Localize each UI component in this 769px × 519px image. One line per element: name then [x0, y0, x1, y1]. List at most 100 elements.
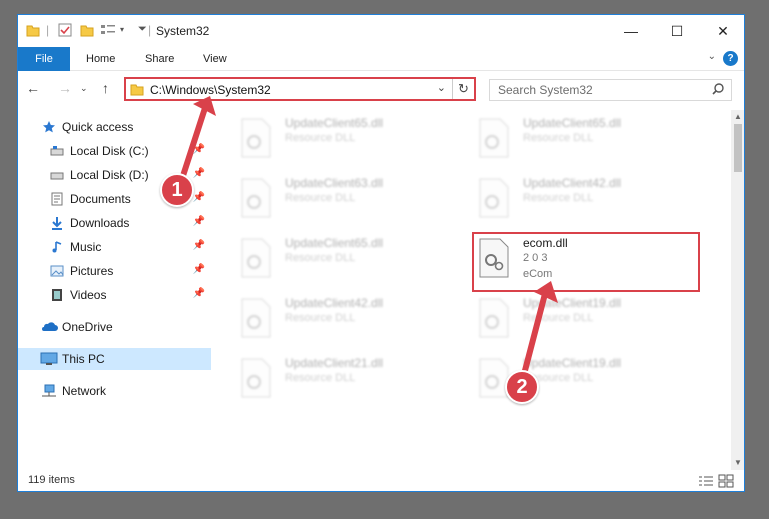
status-bar: 119 items — [18, 470, 744, 491]
network-icon — [42, 384, 56, 397]
nav-label: Local Disk (C:) — [70, 144, 149, 158]
navigation-pane: Quick access Local Disk (C:) 📌 Local Dis… — [18, 110, 211, 470]
folder-icon — [26, 25, 40, 37]
file-item[interactable]: UpdateClient65.dll Resource DLL — [477, 114, 697, 170]
file-name: UpdateClient65.dll — [285, 236, 384, 250]
tab-view[interactable]: View — [203, 47, 227, 71]
file-item[interactable]: UpdateClient65.dll Resource DLL — [239, 114, 459, 170]
pin-icon[interactable]: 📌 — [193, 216, 205, 227]
file-item[interactable]: UpdateClient65.dll Resource DLL — [239, 234, 459, 290]
file-description: Resource DLL — [285, 252, 356, 264]
cloud-icon — [42, 322, 58, 331]
nav-label: Pictures — [70, 264, 114, 278]
quick-access-toolbar-dropdown-icon[interactable]: ⏷ — [138, 23, 147, 36]
file-description: Resource DLL — [285, 192, 356, 204]
vertical-scrollbar[interactable]: ▲ ▼ — [731, 110, 744, 470]
tab-share[interactable]: Share — [145, 47, 174, 71]
expand-ribbon-chevron-icon[interactable]: ⌄ — [708, 51, 716, 62]
nav-this-pc[interactable]: This PC — [18, 348, 211, 370]
scroll-thumb[interactable] — [734, 124, 742, 172]
music-note-icon — [52, 241, 62, 253]
back-arrow-icon[interactable]: ← — [26, 80, 40, 96]
tab-home[interactable]: Home — [86, 47, 115, 71]
file-name: UpdateClient63.dll — [285, 176, 384, 190]
title-bar: | ▾ ⏷ | System32 — ☐ ✕ — [18, 15, 744, 47]
scroll-down-icon[interactable]: ▼ — [734, 458, 742, 467]
pin-icon[interactable]: 📌 — [193, 192, 205, 203]
forward-arrow-icon[interactable]: → — [58, 80, 72, 96]
file-description: Resource DLL — [523, 132, 594, 144]
pin-icon[interactable]: 📌 — [193, 240, 205, 251]
maximize-button[interactable]: ☐ — [654, 15, 700, 47]
folder-icon — [130, 84, 144, 96]
customize-toolbar-chevron-icon[interactable]: ▾ — [120, 25, 124, 34]
window-title: System32 — [156, 24, 210, 38]
file-description: Resource DLL — [285, 372, 356, 384]
file-name: UpdateClient65.dll — [523, 116, 622, 130]
minimize-button[interactable]: — — [608, 15, 654, 47]
nav-label: Documents — [70, 192, 131, 206]
nav-label: Network — [62, 384, 107, 398]
help-button[interactable]: ? — [723, 51, 738, 66]
file-item[interactable]: UpdateClient19.dll Resource DLL — [477, 294, 697, 350]
nav-videos[interactable]: Videos 📌 — [18, 284, 211, 306]
up-arrow-icon[interactable]: ↑ — [102, 80, 109, 96]
navigation-bar: ← → ⌄ ↑ C:\Windows\System32 ⌄ ↻ Search S… — [18, 72, 744, 108]
search-icon[interactable] — [711, 82, 725, 96]
nav-downloads[interactable]: Downloads 📌 — [18, 212, 211, 234]
nav-quick-access[interactable]: Quick access — [18, 116, 211, 138]
ribbon-tabs: File Home Share View ⌄ ? — [18, 47, 744, 71]
separator: | — [148, 23, 152, 37]
nav-onedrive[interactable]: OneDrive — [18, 316, 211, 338]
file-name: UpdateClient65.dll — [285, 116, 384, 130]
large-icons-view-icon[interactable] — [718, 474, 734, 488]
new-folder-icon[interactable] — [80, 23, 94, 37]
scroll-up-icon[interactable]: ▲ — [734, 112, 742, 121]
file-item[interactable]: UpdateClient21.dll Resource DLL — [239, 354, 459, 410]
pin-icon[interactable]: 📌 — [193, 168, 205, 179]
separator: | — [46, 23, 50, 37]
pin-icon[interactable]: 📌 — [193, 144, 205, 155]
search-placeholder[interactable]: Search System32 — [498, 83, 593, 97]
tab-file[interactable]: File — [18, 47, 70, 71]
dll-file-icon — [241, 238, 271, 278]
address-path[interactable]: C:\Windows\System32 — [150, 83, 271, 97]
file-item[interactable]: UpdateClient42.dll Resource DLL — [477, 174, 697, 230]
recent-locations-chevron-icon[interactable]: ⌄ — [80, 83, 88, 94]
close-button[interactable]: ✕ — [700, 15, 744, 47]
ecom-file-highlight — [472, 232, 700, 292]
drive-icon — [50, 146, 64, 156]
film-strip-icon — [52, 289, 62, 301]
nav-local-disk-c[interactable]: Local Disk (C:) 📌 — [18, 140, 211, 162]
properties-icon[interactable] — [58, 23, 72, 37]
nav-label: Quick access — [62, 120, 134, 134]
step-2-badge: 2 — [505, 370, 539, 404]
nav-label: OneDrive — [62, 320, 113, 334]
address-dropdown-icon[interactable]: ⌄ — [437, 81, 446, 94]
pin-icon[interactable]: 📌 — [193, 264, 205, 275]
nav-label: Downloads — [70, 216, 130, 230]
dll-file-icon — [479, 118, 509, 158]
item-count: 119 items — [28, 474, 75, 486]
details-view-icon[interactable] — [698, 474, 714, 488]
pin-icon[interactable]: 📌 — [193, 288, 205, 299]
file-description: Resource DLL — [523, 312, 594, 324]
file-name: UpdateClient42.dll — [523, 176, 622, 190]
file-description: Resource DLL — [523, 192, 594, 204]
nav-pictures[interactable]: Pictures 📌 — [18, 260, 211, 282]
dll-file-icon — [241, 118, 271, 158]
file-item[interactable]: UpdateClient42.dll Resource DLL — [239, 294, 459, 350]
file-item[interactable]: UpdateClient63.dll Resource DLL — [239, 174, 459, 230]
star-icon — [43, 121, 55, 133]
nav-music[interactable]: Music 📌 — [18, 236, 211, 258]
dll-file-icon — [241, 178, 271, 218]
view-options-icon[interactable] — [100, 23, 118, 37]
refresh-button[interactable]: ↻ — [452, 79, 474, 99]
nav-label: Local Disk (D:) — [70, 168, 149, 182]
search-box[interactable]: Search System32 — [489, 79, 732, 101]
download-arrow-icon — [52, 217, 62, 230]
address-bar[interactable]: C:\Windows\System32 ⌄ ↻ — [124, 77, 476, 101]
nav-network[interactable]: Network — [18, 380, 211, 402]
step-1-badge: 1 — [160, 173, 194, 207]
nav-label: Music — [70, 240, 102, 254]
